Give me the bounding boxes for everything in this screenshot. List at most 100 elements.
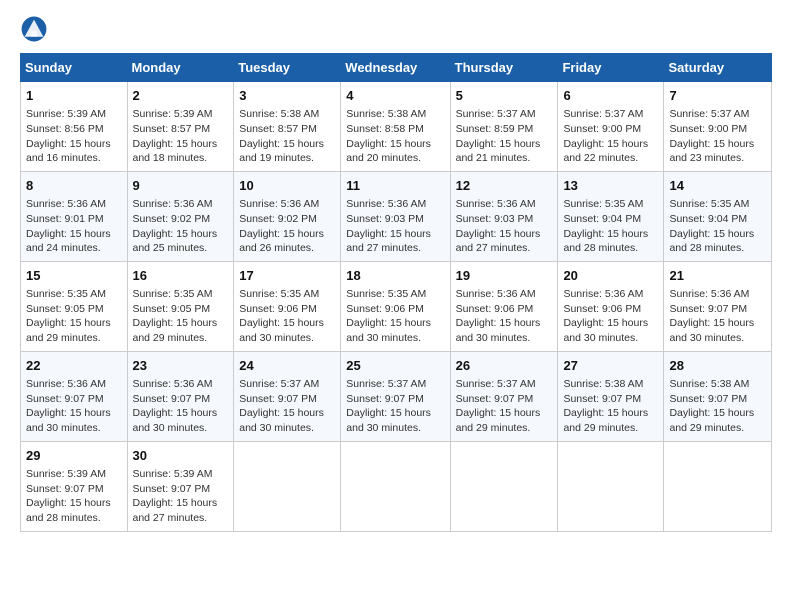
day-info: Sunrise: 5:37 AMSunset: 9:07 PMDaylight:… bbox=[239, 377, 335, 436]
day-info: Sunrise: 5:36 AMSunset: 9:07 PMDaylight:… bbox=[26, 377, 122, 436]
day-number: 2 bbox=[133, 87, 229, 105]
calendar-day-cell: 16 Sunrise: 5:35 AMSunset: 9:05 PMDayligh… bbox=[127, 261, 234, 351]
day-info: Sunrise: 5:35 AMSunset: 9:05 PMDaylight:… bbox=[26, 287, 122, 346]
day-number: 23 bbox=[133, 357, 229, 375]
weekday-wednesday: Wednesday bbox=[341, 54, 450, 82]
weekday-sunday: Sunday bbox=[21, 54, 128, 82]
day-info: Sunrise: 5:38 AMSunset: 9:07 PMDaylight:… bbox=[563, 377, 658, 436]
calendar-day-cell: 30 Sunrise: 5:39 AMSunset: 9:07 PMDayligh… bbox=[127, 441, 234, 531]
calendar-day-cell: 18 Sunrise: 5:35 AMSunset: 9:06 PMDayligh… bbox=[341, 261, 450, 351]
day-info: Sunrise: 5:37 AMSunset: 9:07 PMDaylight:… bbox=[346, 377, 444, 436]
day-info: Sunrise: 5:37 AMSunset: 8:59 PMDaylight:… bbox=[456, 107, 553, 166]
calendar-day-cell: 15 Sunrise: 5:35 AMSunset: 9:05 PMDayligh… bbox=[21, 261, 128, 351]
day-info: Sunrise: 5:36 AMSunset: 9:03 PMDaylight:… bbox=[456, 197, 553, 256]
calendar-day-cell: 5 Sunrise: 5:37 AMSunset: 8:59 PMDaylight… bbox=[450, 82, 558, 172]
day-number: 12 bbox=[456, 177, 553, 195]
calendar-day-cell: 17 Sunrise: 5:35 AMSunset: 9:06 PMDayligh… bbox=[234, 261, 341, 351]
day-info: Sunrise: 5:36 AMSunset: 9:02 PMDaylight:… bbox=[239, 197, 335, 256]
weekday-saturday: Saturday bbox=[664, 54, 772, 82]
calendar-day-cell: 7 Sunrise: 5:37 AMSunset: 9:00 PMDaylight… bbox=[664, 82, 772, 172]
day-info: Sunrise: 5:35 AMSunset: 9:05 PMDaylight:… bbox=[133, 287, 229, 346]
day-info: Sunrise: 5:36 AMSunset: 9:06 PMDaylight:… bbox=[456, 287, 553, 346]
calendar-day-cell: 6 Sunrise: 5:37 AMSunset: 9:00 PMDaylight… bbox=[558, 82, 664, 172]
calendar-day-cell: 13 Sunrise: 5:35 AMSunset: 9:04 PMDayligh… bbox=[558, 171, 664, 261]
day-number: 21 bbox=[669, 267, 766, 285]
calendar-page: SundayMondayTuesdayWednesdayThursdayFrid… bbox=[0, 0, 792, 612]
calendar-day-cell: 4Sunrise: 5:38 AMSunset: 8:58 PMDaylight… bbox=[341, 82, 450, 172]
logo-icon bbox=[20, 15, 48, 43]
calendar-day-cell: 21 Sunrise: 5:36 AMSunset: 9:07 PMDayligh… bbox=[664, 261, 772, 351]
day-number: 26 bbox=[456, 357, 553, 375]
empty-cell bbox=[234, 441, 341, 531]
calendar-day-cell: 2 Sunrise: 5:39 AMSunset: 8:57 PMDaylight… bbox=[127, 82, 234, 172]
empty-cell bbox=[450, 441, 558, 531]
day-number: 24 bbox=[239, 357, 335, 375]
calendar-day-cell: 8 Sunrise: 5:36 AMSunset: 9:01 PMDaylight… bbox=[21, 171, 128, 261]
day-info: Sunrise: 5:36 AMSunset: 9:07 PMDaylight:… bbox=[669, 287, 766, 346]
calendar-day-cell: 27 Sunrise: 5:38 AMSunset: 9:07 PMDayligh… bbox=[558, 351, 664, 441]
day-info: Sunrise: 5:36 AMSunset: 9:01 PMDaylight:… bbox=[26, 197, 122, 256]
day-number: 1 bbox=[26, 87, 122, 105]
header bbox=[20, 15, 772, 43]
day-info: Sunrise: 5:36 AMSunset: 9:03 PMDaylight:… bbox=[346, 197, 444, 256]
day-number: 15 bbox=[26, 267, 122, 285]
day-number: 8 bbox=[26, 177, 122, 195]
day-number: 6 bbox=[563, 87, 658, 105]
calendar-day-cell: 14 Sunrise: 5:35 AMSunset: 9:04 PMDayligh… bbox=[664, 171, 772, 261]
calendar-week-row: 15 Sunrise: 5:35 AMSunset: 9:05 PMDayligh… bbox=[21, 261, 772, 351]
calendar-week-row: 8 Sunrise: 5:36 AMSunset: 9:01 PMDaylight… bbox=[21, 171, 772, 261]
calendar-week-row: 29 Sunrise: 5:39 AMSunset: 9:07 PMDayligh… bbox=[21, 441, 772, 531]
empty-cell bbox=[341, 441, 450, 531]
day-info: Sunrise: 5:38 AMSunset: 8:57 PMDaylight:… bbox=[239, 107, 335, 166]
day-info: Sunrise: 5:39 AMSunset: 8:56 PMDaylight:… bbox=[26, 107, 122, 166]
day-number: 16 bbox=[133, 267, 229, 285]
day-info: Sunrise: 5:37 AMSunset: 9:07 PMDaylight:… bbox=[456, 377, 553, 436]
weekday-monday: Monday bbox=[127, 54, 234, 82]
day-number: 27 bbox=[563, 357, 658, 375]
day-number: 28 bbox=[669, 357, 766, 375]
day-number: 11 bbox=[346, 177, 444, 195]
day-number: 17 bbox=[239, 267, 335, 285]
calendar-table: SundayMondayTuesdayWednesdayThursdayFrid… bbox=[20, 53, 772, 532]
calendar-day-cell: 22Sunrise: 5:36 AMSunset: 9:07 PMDayligh… bbox=[21, 351, 128, 441]
day-number: 18 bbox=[346, 267, 444, 285]
day-info: Sunrise: 5:36 AMSunset: 9:06 PMDaylight:… bbox=[563, 287, 658, 346]
day-info: Sunrise: 5:39 AMSunset: 9:07 PMDaylight:… bbox=[133, 467, 229, 526]
day-info: Sunrise: 5:37 AMSunset: 9:00 PMDaylight:… bbox=[669, 107, 766, 166]
day-number: 30 bbox=[133, 447, 229, 465]
day-number: 19 bbox=[456, 267, 553, 285]
day-info: Sunrise: 5:38 AMSunset: 8:58 PMDaylight:… bbox=[346, 107, 444, 166]
calendar-week-row: 22Sunrise: 5:36 AMSunset: 9:07 PMDayligh… bbox=[21, 351, 772, 441]
weekday-thursday: Thursday bbox=[450, 54, 558, 82]
day-info: Sunrise: 5:35 AMSunset: 9:04 PMDaylight:… bbox=[669, 197, 766, 256]
day-number: 29 bbox=[26, 447, 122, 465]
day-info: Sunrise: 5:35 AMSunset: 9:04 PMDaylight:… bbox=[563, 197, 658, 256]
day-info: Sunrise: 5:35 AMSunset: 9:06 PMDaylight:… bbox=[239, 287, 335, 346]
day-info: Sunrise: 5:36 AMSunset: 9:02 PMDaylight:… bbox=[133, 197, 229, 256]
weekday-friday: Friday bbox=[558, 54, 664, 82]
calendar-day-cell: 11 Sunrise: 5:36 AMSunset: 9:03 PMDayligh… bbox=[341, 171, 450, 261]
day-info: Sunrise: 5:37 AMSunset: 9:00 PMDaylight:… bbox=[563, 107, 658, 166]
day-number: 13 bbox=[563, 177, 658, 195]
day-number: 14 bbox=[669, 177, 766, 195]
calendar-day-cell: 10Sunrise: 5:36 AMSunset: 9:02 PMDayligh… bbox=[234, 171, 341, 261]
day-number: 3 bbox=[239, 87, 335, 105]
day-number: 5 bbox=[456, 87, 553, 105]
weekday-tuesday: Tuesday bbox=[234, 54, 341, 82]
calendar-week-row: 1 Sunrise: 5:39 AMSunset: 8:56 PMDaylight… bbox=[21, 82, 772, 172]
day-number: 25 bbox=[346, 357, 444, 375]
calendar-day-cell: 25 Sunrise: 5:37 AMSunset: 9:07 PMDayligh… bbox=[341, 351, 450, 441]
day-info: Sunrise: 5:36 AMSunset: 9:07 PMDaylight:… bbox=[133, 377, 229, 436]
weekday-header-row: SundayMondayTuesdayWednesdayThursdayFrid… bbox=[21, 54, 772, 82]
calendar-day-cell: 24 Sunrise: 5:37 AMSunset: 9:07 PMDayligh… bbox=[234, 351, 341, 441]
calendar-day-cell: 9 Sunrise: 5:36 AMSunset: 9:02 PMDaylight… bbox=[127, 171, 234, 261]
day-info: Sunrise: 5:35 AMSunset: 9:06 PMDaylight:… bbox=[346, 287, 444, 346]
empty-cell bbox=[558, 441, 664, 531]
day-info: Sunrise: 5:39 AMSunset: 9:07 PMDaylight:… bbox=[26, 467, 122, 526]
calendar-day-cell: 19 Sunrise: 5:36 AMSunset: 9:06 PMDayligh… bbox=[450, 261, 558, 351]
calendar-day-cell: 20Sunrise: 5:36 AMSunset: 9:06 PMDayligh… bbox=[558, 261, 664, 351]
day-number: 9 bbox=[133, 177, 229, 195]
day-number: 7 bbox=[669, 87, 766, 105]
calendar-day-cell: 12 Sunrise: 5:36 AMSunset: 9:03 PMDayligh… bbox=[450, 171, 558, 261]
day-info: Sunrise: 5:39 AMSunset: 8:57 PMDaylight:… bbox=[133, 107, 229, 166]
